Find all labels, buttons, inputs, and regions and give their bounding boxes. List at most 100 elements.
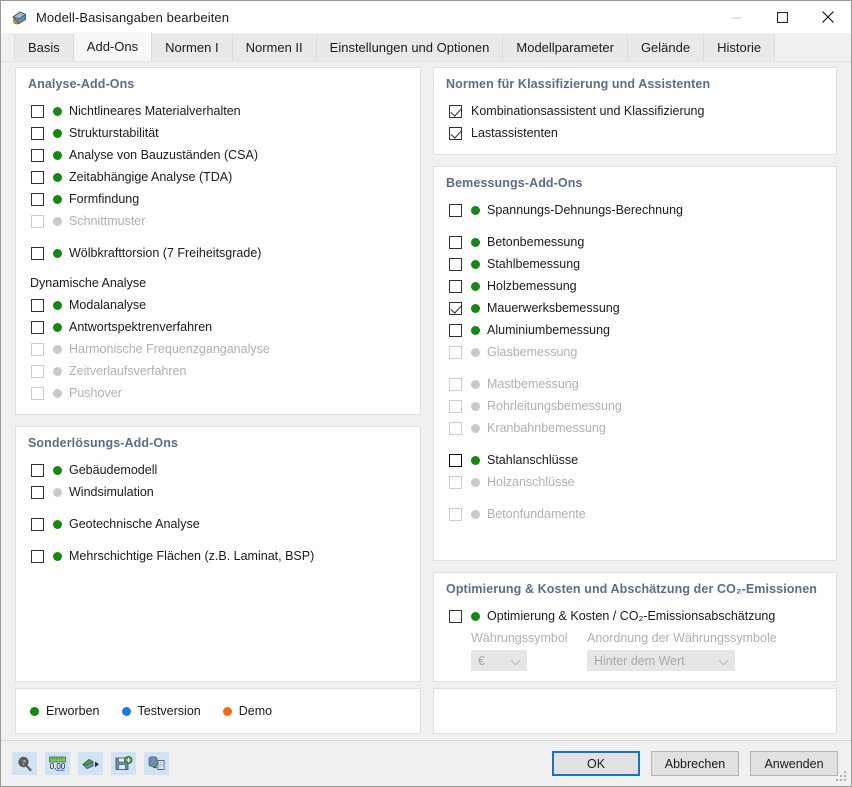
license-status-dot-grey [471,423,480,433]
tab-label: Historie [717,40,762,55]
option-row-mehrschichtige-flaechen-z-b-laminat-bsp[interactable]: Mehrschichtige Flächen (z.B. Laminat, BS… [28,545,408,567]
checkbox-woelbkrafttorsion-7-freiheitsgrade[interactable] [31,246,44,260]
option-row-kranbahnbemessung[interactable]: Kranbahnbemessung [446,417,824,439]
option-row-zeitabhaengige-analyse-tda[interactable]: Zeitabhängige Analyse (TDA) [28,166,408,188]
option-row-modalanalyse[interactable]: Modalanalyse [28,294,408,316]
tab-modellparameter[interactable]: Modellparameter [503,34,628,61]
checkbox-antwortspektrenverfahren[interactable] [31,320,44,334]
save-settings-icon[interactable] [111,752,136,775]
normen-item-list: Kombinationsassistent und Klassifizierun… [446,100,824,144]
option-row-antwortspektrenverfahren[interactable]: Antwortspektrenverfahren [28,316,408,338]
optimierung-item-list: Optimierung & Kosten / CO₂-Emissionsabsc… [446,605,824,627]
option-row-zeitverlaufsverfahren[interactable]: Zeitverlaufsverfahren [28,360,408,382]
option-row-windsimulation[interactable]: Windsimulation [28,481,408,503]
license-status-dot-green [471,455,480,465]
database-document-icon[interactable] [144,752,169,775]
currency-order-value: Hinter dem Wert [594,653,685,668]
checkbox-nichtlineares-materialverhalten[interactable] [31,104,44,118]
option-row-holzanschluesse[interactable]: Holzanschlüsse [446,471,824,493]
export-arrow-icon[interactable] [78,752,103,775]
checkbox-strukturstabilitaet[interactable] [31,126,44,140]
close-button[interactable] [805,1,851,33]
license-status-dot-green [471,303,480,313]
checkbox-stahlanschluesse[interactable] [449,453,462,467]
option-label: Betonfundamente [487,507,586,521]
window-controls [713,1,851,33]
checkbox-betonbemessung[interactable] [449,235,462,249]
footer-toolbar: ? 0,00 [12,752,169,775]
tab-einstellungen-und-optionen[interactable]: Einstellungen und Optionen [316,34,504,61]
option-row-nichtlineares-materialverhalten[interactable]: Nichtlineares Materialverhalten [28,100,408,122]
option-row-holzbemessung[interactable]: Holzbemessung [446,275,824,297]
checkbox-mehrschichtige-flaechen-z-b-laminat-bsp[interactable] [31,549,44,563]
option-row-spannungs-dehnungs-berechnung[interactable]: Spannungs-Dehnungs-Berechnung [446,199,824,221]
option-row-schnittmuster[interactable]: Schnittmuster [28,210,408,232]
option-row-kombinationsassistent-und-klassifizierung[interactable]: Kombinationsassistent und Klassifizierun… [446,100,824,122]
checkbox-optimierung-kosten-co2-emissionsabschaetzung[interactable] [449,609,462,623]
checkbox-geotechnische-analyse[interactable] [31,517,44,531]
svg-text:?: ? [22,758,26,767]
title-bar: Modell-Basisangaben bearbeiten [1,1,851,33]
checkbox-stahlbemessung[interactable] [449,257,462,271]
ok-button[interactable]: OK [552,751,640,776]
license-status-dot-grey [53,216,62,226]
checkbox-analyse-von-bauzustaenden-csa[interactable] [31,148,44,162]
option-row-pushover[interactable]: Pushover [28,382,408,404]
resize-grip[interactable] [836,771,848,783]
help-magnifier-icon[interactable]: ? [12,752,37,775]
checkbox-modalanalyse[interactable] [31,298,44,312]
option-row-aluminiumbemessung[interactable]: Aluminiumbemessung [446,319,824,341]
option-row-stahlanschluesse[interactable]: Stahlanschlüsse [446,449,824,471]
apply-button[interactable]: Anwenden [750,751,838,776]
option-row-mastbemessung[interactable]: Mastbemessung [446,373,824,395]
currency-order-select[interactable]: Hinter dem Wert [587,650,735,671]
tab-historie[interactable]: Historie [704,34,776,61]
option-row-gebaeudemodell[interactable]: Gebäudemodell [28,459,408,481]
option-row-glasbemessung[interactable]: Glasbemessung [446,341,824,363]
option-row-strukturstabilitaet[interactable]: Strukturstabilität [28,122,408,144]
license-status-dot-green [471,325,480,335]
cancel-button[interactable]: Abbrechen [651,751,739,776]
tab-add-ons[interactable]: Add-Ons [73,32,153,61]
option-row-harmonische-frequenzganganalyse[interactable]: Harmonische Frequenzganganalyse [28,338,408,360]
option-row-analyse-von-bauzustaenden-csa[interactable]: Analyse von Bauzuständen (CSA) [28,144,408,166]
group-title-normen: Normen für Klassifizierung und Assistent… [446,77,711,91]
checkbox-windsimulation[interactable] [31,485,44,499]
units-ruler-icon[interactable]: 0,00 [45,752,70,775]
option-row-betonbemessung[interactable]: Betonbemessung [446,231,824,253]
license-status-dot-grey [53,344,62,354]
license-status-dot-green [471,205,480,215]
checkbox-spannungs-dehnungs-berechnung[interactable] [449,203,462,217]
tab-normen-ii[interactable]: Normen II [232,34,317,61]
group-title-sonderloesungs: Sonderlösungs-Add-Ons [28,436,179,450]
option-row-geotechnische-analyse[interactable]: Geotechnische Analyse [28,513,408,535]
tab-normen-i[interactable]: Normen I [152,34,233,61]
option-row-woelbkrafttorsion-7-freiheitsgrade[interactable]: Wölbkrafttorsion (7 Freiheitsgrade) [28,242,408,264]
checkbox-formfindung[interactable] [31,192,44,206]
option-row-betonfundamente[interactable]: Betonfundamente [446,503,824,525]
checkbox-holzbemessung[interactable] [449,279,462,293]
checkbox-kombinationsassistent-und-klassifizierung[interactable] [449,104,462,118]
option-row-lastassistenten[interactable]: Lastassistenten [446,122,824,144]
checkbox-lastassistenten[interactable] [449,126,462,140]
checkbox-gebaeudemodell[interactable] [31,463,44,477]
maximize-button[interactable] [759,1,805,33]
tab-basis[interactable]: Basis [14,34,74,61]
checkbox-mastbemessung [449,377,462,391]
checkbox-zeitabhaengige-analyse-tda[interactable] [31,170,44,184]
grip-dot [844,771,846,773]
checkbox-aluminiumbemessung[interactable] [449,323,462,337]
option-row-formfindung[interactable]: Formfindung [28,188,408,210]
checkbox-mauerwerksbemessung[interactable] [449,301,462,315]
minimize-button[interactable] [713,1,759,33]
currency-symbol-select[interactable]: € [471,650,527,671]
option-row-rohrleitungsbemessung[interactable]: Rohrleitungsbemessung [446,395,824,417]
option-row-optimierung-kosten-co2-emissionsabschaetzung[interactable]: Optimierung & Kosten / CO₂-Emissionsabsc… [446,605,824,627]
option-row-mauerwerksbemessung[interactable]: Mauerwerksbemessung [446,297,824,319]
option-row-stahlbemessung[interactable]: Stahlbemessung [446,253,824,275]
option-label: Harmonische Frequenzganganalyse [69,342,270,356]
currency-order-field: Anordnung der Währungssymbole Hinter dem… [587,631,777,671]
tab-gel-nde[interactable]: Gelände [627,34,705,61]
checkbox-holzanschluesse [449,475,462,489]
checkbox-rohrleitungsbemessung [449,399,462,413]
